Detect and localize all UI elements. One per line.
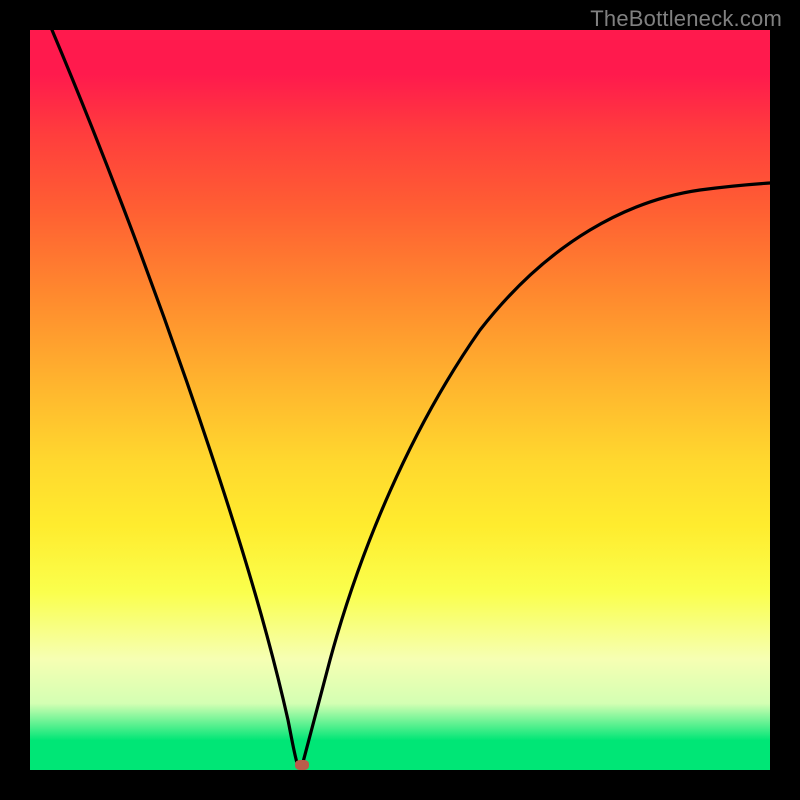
chart-frame: TheBottleneck.com [0,0,800,800]
plot-area [30,30,770,770]
watermark-label: TheBottleneck.com [590,6,782,32]
optimal-point-marker [295,760,309,770]
bottleneck-curve [30,30,770,770]
curve-path [52,30,770,766]
